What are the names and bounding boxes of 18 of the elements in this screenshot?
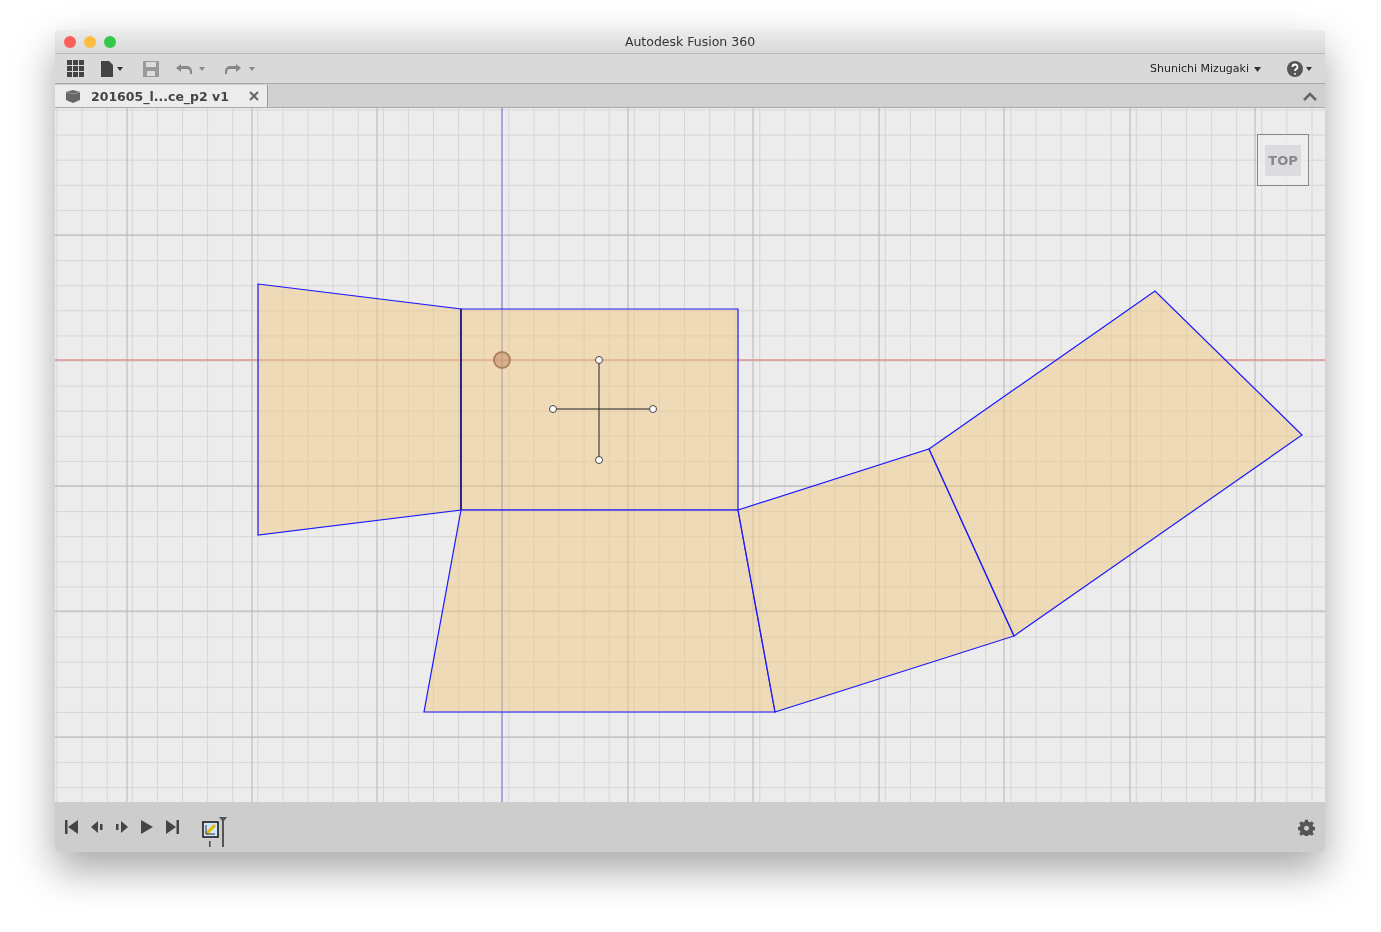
close-button[interactable] bbox=[64, 35, 76, 48]
settings-icon[interactable] bbox=[1298, 818, 1315, 836]
help-icon[interactable] bbox=[1287, 60, 1313, 77]
document-tab[interactable]: 201605_l...ce_p2 v1 bbox=[55, 85, 268, 107]
box-icon bbox=[65, 89, 81, 103]
step-forward-icon[interactable] bbox=[115, 820, 129, 834]
caret-icon bbox=[1254, 66, 1261, 72]
skip-start-icon[interactable] bbox=[65, 820, 79, 834]
tab-label: 201605_l...ce_p2 v1 bbox=[91, 88, 229, 104]
step-back-icon[interactable] bbox=[90, 820, 104, 834]
close-icon[interactable] bbox=[248, 91, 259, 101]
chevron-up-icon[interactable] bbox=[1303, 92, 1317, 101]
window-title: Autodesk Fusion 360 bbox=[624, 34, 756, 49]
user-menu[interactable]: Shunichi Mizugaki bbox=[1150, 62, 1261, 75]
skip-end-icon[interactable] bbox=[165, 820, 179, 834]
grid-icon[interactable] bbox=[67, 59, 85, 78]
origin-marker bbox=[493, 351, 511, 369]
play-icon[interactable] bbox=[140, 820, 154, 834]
